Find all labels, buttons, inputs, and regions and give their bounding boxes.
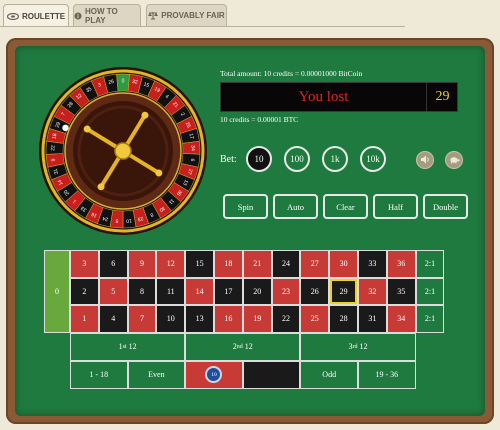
roulette-wheel: 0 32 1519421225173462713361130823105241633… (39, 67, 207, 235)
odd-bet[interactable]: Odd (300, 360, 358, 389)
number-cell-23[interactable]: 23 (271, 277, 301, 305)
column-bet-1[interactable]: 2:1 (415, 250, 445, 278)
info-icon (74, 12, 82, 20)
number-cell-7[interactable]: 7 (127, 305, 157, 333)
number-cell-26[interactable]: 26 (300, 277, 330, 305)
betting-board: 0 3 6 9 12 15 18 21 24 27 30 33 36 2:1 2 5 8 11 14 17 20 23 26… (44, 250, 445, 395)
number-cell-35[interactable]: 35 (386, 277, 416, 305)
number-cell-13[interactable]: 13 (185, 305, 214, 333)
number-cell-6[interactable]: 6 (98, 250, 128, 278)
turret-knob (97, 183, 105, 191)
number-cell-25[interactable]: 25 (300, 305, 330, 333)
number-cell-32[interactable]: 32 (358, 277, 387, 305)
conversion-text: 10 credits = 0.00001 BTC (220, 115, 299, 124)
number-cell-12[interactable]: 12 (156, 250, 186, 278)
number-cell-11[interactable]: 11 (156, 277, 186, 305)
tab-label: HOW TO PLAY (85, 6, 118, 25)
speaker-icon (420, 151, 430, 169)
dozen-bet-3[interactable]: 3rd 12 (300, 332, 416, 361)
number-cell-2[interactable]: 2 (70, 277, 99, 305)
number-cell-22[interactable]: 22 (271, 305, 301, 333)
placed-chip: 10 (205, 366, 223, 383)
low-bet[interactable]: 1 - 18 (70, 360, 128, 389)
total-amount-text: Total amount: 10 credits = 0.00001000 Bi… (220, 69, 363, 78)
number-cell-17[interactable]: 17 (214, 277, 243, 305)
number-cell-1[interactable]: 1 (70, 305, 99, 333)
number-cell-34[interactable]: 34 (386, 305, 416, 333)
dozen-bet-1[interactable]: 1st 12 (70, 332, 186, 361)
scales-icon (148, 11, 159, 20)
speed-button[interactable] (445, 151, 463, 169)
roulette-icon (6, 12, 19, 20)
roulette-ball (62, 124, 69, 132)
dozen-label: 12 (126, 342, 137, 351)
even-bet[interactable]: Even (127, 360, 186, 389)
clear-button[interactable]: Clear (323, 194, 368, 219)
column-bet-2[interactable]: 2:1 (415, 277, 445, 305)
tab-bar: ROULETTE HOW TO PLAY PROVABLY FAIR (0, 0, 500, 27)
wheel-number-22: 22 (50, 145, 56, 151)
number-cell-24[interactable]: 24 (271, 250, 301, 278)
number-cell-4[interactable]: 4 (98, 305, 128, 333)
wheel-number-0: 0 (122, 78, 125, 84)
number-cell-16[interactable]: 16 (214, 305, 243, 333)
dozen-label: 12 (242, 342, 253, 351)
tab-label: ROULETTE (21, 11, 66, 21)
number-cell-33[interactable]: 33 (358, 250, 387, 278)
turret-knob (155, 169, 163, 177)
high-bet[interactable]: 19 - 36 (358, 360, 416, 389)
turret-center (114, 142, 132, 160)
number-cell-3[interactable]: 3 (70, 250, 99, 278)
tab-label: PROVABLY FAIR (161, 11, 225, 20)
result-display: You lost 29 (220, 82, 458, 112)
turtle-icon (449, 151, 460, 169)
number-cell-28[interactable]: 28 (329, 305, 358, 333)
bet-label: Bet: (220, 154, 237, 165)
tab-provably-fair[interactable]: PROVABLY FAIR (146, 4, 227, 26)
number-cell-18[interactable]: 18 (214, 250, 243, 278)
tab-divider (0, 26, 405, 27)
column-bet-3[interactable]: 2:1 (415, 305, 445, 333)
dozen-bet-2[interactable]: 2nd 12 (185, 332, 301, 361)
sound-button[interactable] (416, 151, 434, 169)
number-cell-20[interactable]: 20 (242, 277, 272, 305)
wheel-number-10: 10 (126, 217, 132, 223)
number-cell-8[interactable]: 8 (127, 277, 157, 305)
number-cell-27[interactable]: 27 (300, 250, 330, 278)
spin-button[interactable]: Spin (223, 194, 268, 219)
turret-knob (83, 125, 91, 133)
dozen-label: 12 (357, 342, 368, 351)
bet-chip-100[interactable]: 100 (284, 146, 310, 172)
half-button[interactable]: Half (373, 194, 418, 219)
number-cell-30[interactable]: 30 (329, 250, 358, 278)
result-message: You lost (298, 89, 349, 105)
result-number: 29 (426, 83, 458, 111)
number-cell-19[interactable]: 19 (242, 305, 272, 333)
red-bet[interactable]: 10 (185, 360, 243, 389)
auto-button[interactable]: Auto (273, 194, 318, 219)
number-cell-31[interactable]: 31 (358, 305, 387, 333)
tab-how-to-play[interactable]: HOW TO PLAY (73, 4, 141, 26)
turret-knob (141, 111, 149, 119)
number-cell-21[interactable]: 21 (242, 250, 272, 278)
number-cell-29[interactable]: 29 (329, 277, 358, 305)
bet-chip-10k[interactable]: 10k (360, 146, 386, 172)
number-cell-14[interactable]: 14 (185, 277, 214, 305)
double-button[interactable]: Double (423, 194, 468, 219)
black-bet[interactable] (242, 360, 301, 389)
number-cell-15[interactable]: 15 (185, 250, 214, 278)
number-cell-36[interactable]: 36 (386, 250, 416, 278)
number-cell-5[interactable]: 5 (98, 277, 128, 305)
wheel-number-34: 34 (189, 145, 195, 151)
number-cell-10[interactable]: 10 (156, 305, 186, 333)
bet-chip-1k[interactable]: 1k (322, 146, 348, 172)
number-cell-0[interactable]: 0 (44, 250, 70, 333)
number-cell-9[interactable]: 9 (127, 250, 157, 278)
bet-chip-10[interactable]: 10 (246, 146, 272, 172)
tab-roulette[interactable]: ROULETTE (3, 4, 69, 27)
